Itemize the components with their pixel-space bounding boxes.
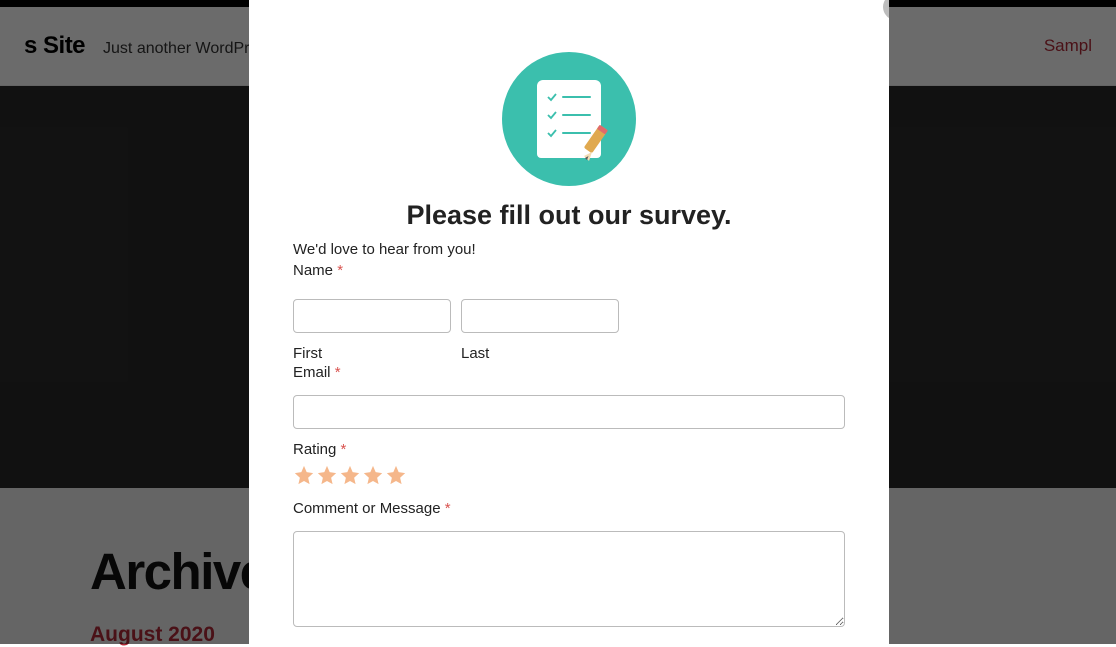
rating-stars (293, 464, 845, 486)
rating-label-text: Rating (293, 441, 341, 458)
last-name-input[interactable] (461, 299, 619, 333)
star-3[interactable] (339, 464, 361, 486)
star-4[interactable] (362, 464, 384, 486)
star-5[interactable] (385, 464, 407, 486)
rating-label: Rating * (293, 441, 845, 458)
comment-textarea[interactable] (293, 531, 845, 627)
star-2[interactable] (316, 464, 338, 486)
star-1[interactable] (293, 464, 315, 486)
required-mark: * (341, 441, 347, 458)
email-label: Email * (293, 364, 845, 381)
comment-label: Comment or Message * (293, 500, 845, 517)
pencil-icon (574, 122, 618, 166)
survey-icon-wrap (293, 52, 845, 186)
required-mark: * (445, 500, 451, 517)
close-button[interactable] (883, 0, 889, 20)
modal-intro: We'd love to hear from you! (293, 241, 845, 258)
name-label: Name * (293, 262, 845, 279)
name-label-text: Name (293, 262, 337, 279)
name-row: First Last (293, 299, 845, 362)
required-mark: * (337, 262, 343, 279)
last-name-sublabel: Last (461, 345, 619, 362)
first-name-sublabel: First (293, 345, 451, 362)
comment-label-text: Comment or Message (293, 500, 445, 517)
survey-icon (502, 52, 636, 186)
required-mark: * (335, 364, 341, 381)
first-name-input[interactable] (293, 299, 451, 333)
modal-title: Please fill out our survey. (293, 200, 845, 231)
email-label-text: Email (293, 364, 335, 381)
email-input[interactable] (293, 395, 845, 429)
survey-modal: Please fill out our survey. We'd love to… (249, 0, 889, 644)
